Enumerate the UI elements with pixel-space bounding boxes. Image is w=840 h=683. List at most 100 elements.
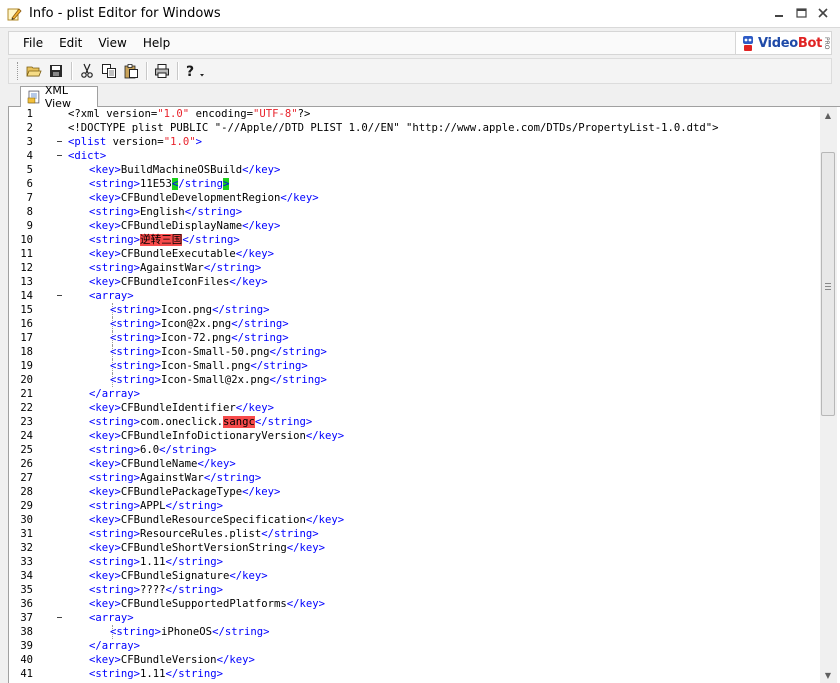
code-text: <string>Icon.png</string> bbox=[110, 303, 269, 317]
videobot-logo[interactable]: VideoBot PRO bbox=[735, 32, 831, 54]
code-line[interactable]: 3 <plist version="1.0"> bbox=[9, 135, 817, 149]
scroll-up-arrow[interactable]: ▲ bbox=[816, 107, 840, 124]
code-line[interactable]: 29 <string>APPL</string> bbox=[9, 499, 817, 513]
code-token: </key> bbox=[242, 220, 281, 232]
code-text: <string>ResourceRules.plist</string> bbox=[89, 527, 319, 541]
code-line[interactable]: 33 <string>1.11</string> bbox=[9, 555, 817, 569]
tab-xml-view[interactable]: XML View bbox=[20, 84, 98, 110]
copy-button[interactable] bbox=[98, 60, 120, 82]
code-token: Icon-Small-50.png bbox=[161, 346, 270, 358]
code-line[interactable]: 40 <key>CFBundleVersion</key> bbox=[9, 653, 817, 667]
code-line[interactable]: 9 <key>CFBundleDisplayName</key> bbox=[9, 219, 817, 233]
fold-toggle-icon[interactable] bbox=[56, 152, 63, 159]
code-line[interactable]: 21 </array> bbox=[9, 387, 817, 401]
print-button[interactable] bbox=[151, 60, 173, 82]
line-number: 7 bbox=[26, 192, 33, 204]
save-icon bbox=[50, 65, 62, 77]
line-number: 27 bbox=[20, 472, 33, 484]
menu-edit[interactable]: Edit bbox=[51, 36, 90, 50]
code-line[interactable]: 34 <key>CFBundleSignature</key> bbox=[9, 569, 817, 583]
line-number: 40 bbox=[20, 654, 33, 666]
close-button[interactable] bbox=[812, 4, 834, 22]
code-line[interactable]: 19 <string>Icon-Small.png</string> bbox=[9, 359, 817, 373]
code-text: <string>Icon-Small@2x.png</string> bbox=[110, 373, 327, 387]
code-token: <key> bbox=[89, 654, 121, 666]
fold-toggle-icon[interactable] bbox=[56, 614, 63, 621]
code-token: version= bbox=[106, 136, 164, 148]
code-line[interactable]: 11 <key>CFBundleExecutable</key> bbox=[9, 247, 817, 261]
code-lines[interactable]: 1 <?xml version="1.0" encoding="UTF-8"?> 2… bbox=[9, 107, 817, 681]
code-line[interactable]: 38 <string>iPhoneOS</string> bbox=[9, 625, 817, 639]
code-line[interactable]: 8 <string>English</string> bbox=[9, 205, 817, 219]
code-text: </array> bbox=[89, 387, 140, 401]
code-line[interactable]: 16 <string>Icon@2x.png</string> bbox=[9, 317, 817, 331]
code-line[interactable]: 14 <array> bbox=[9, 289, 817, 303]
code-line[interactable]: 27 <string>AgainstWar</string> bbox=[9, 471, 817, 485]
code-line[interactable]: 31 <string>ResourceRules.plist</string> bbox=[9, 527, 817, 541]
code-token: ResourceRules.plist bbox=[140, 528, 262, 540]
code-line[interactable]: 18 <string>Icon-Small-50.png</string> bbox=[9, 345, 817, 359]
fold-toggle-icon[interactable] bbox=[56, 292, 63, 299]
code-line[interactable]: 5 <key>BuildMachineOSBuild</key> bbox=[9, 163, 817, 177]
code-line[interactable]: 22 <key>CFBundleIdentifier</key> bbox=[9, 401, 817, 415]
code-line[interactable]: 35 <string>????</string> bbox=[9, 583, 817, 597]
vertical-scrollbar[interactable]: ▲ ▼ bbox=[816, 107, 840, 683]
window-controls bbox=[768, 4, 834, 22]
toolbar-grip[interactable] bbox=[17, 62, 20, 80]
scroll-down-arrow[interactable]: ▼ bbox=[816, 667, 840, 683]
code-line[interactable]: 2 <!DOCTYPE plist PUBLIC "-//Apple//DTD P… bbox=[9, 121, 817, 135]
cut-button[interactable] bbox=[76, 60, 98, 82]
code-line[interactable]: 32 <key>CFBundleShortVersionString</key> bbox=[9, 541, 817, 555]
code-line[interactable]: 26 <key>CFBundleName</key> bbox=[9, 457, 817, 471]
code-line[interactable]: 39 </array> bbox=[9, 639, 817, 653]
save-button[interactable] bbox=[45, 60, 67, 82]
xml-editor[interactable]: 1 <?xml version="1.0" encoding="UTF-8"?> 2… bbox=[8, 107, 840, 683]
code-token: <plist bbox=[68, 136, 107, 148]
line-number: 39 bbox=[20, 640, 33, 652]
code-line[interactable]: 12 <string>AgainstWar</string> bbox=[9, 261, 817, 275]
code-line[interactable]: 1 <?xml version="1.0" encoding="UTF-8"?> bbox=[9, 107, 817, 121]
code-token: </string> bbox=[203, 472, 262, 484]
code-text: <key>CFBundleInfoDictionaryVersion</key> bbox=[89, 429, 344, 443]
code-line[interactable]: 37 <array> bbox=[9, 611, 817, 625]
code-line[interactable]: 25 <string>6.0</string> bbox=[9, 443, 817, 457]
menu-file[interactable]: File bbox=[9, 36, 51, 50]
code-text: <!DOCTYPE plist PUBLIC "-//Apple//DTD PL… bbox=[68, 121, 719, 135]
code-line[interactable]: 13 <key>CFBundleIconFiles</key> bbox=[9, 275, 817, 289]
fold-toggle-icon[interactable] bbox=[56, 138, 63, 145]
code-line[interactable]: 41 <string>1.11</string> bbox=[9, 667, 817, 681]
code-line[interactable]: 30 <key>CFBundleResourceSpecification</ke… bbox=[9, 513, 817, 527]
code-token: </key> bbox=[197, 458, 236, 470]
code-token: AgainstWar bbox=[140, 472, 204, 484]
paste-button[interactable] bbox=[120, 60, 142, 82]
code-line[interactable]: 17 <string>Icon-72.png</string> bbox=[9, 331, 817, 345]
scrollbar-thumb[interactable] bbox=[821, 152, 835, 416]
help-button[interactable]: ? bbox=[182, 60, 212, 82]
code-line[interactable]: 4 <dict> bbox=[9, 149, 817, 163]
code-line[interactable]: 7 <key>CFBundleDevelopmentRegion</key> bbox=[9, 191, 817, 205]
minimize-button[interactable] bbox=[768, 4, 790, 22]
menu-help[interactable]: Help bbox=[135, 36, 178, 50]
line-number: 3 bbox=[26, 136, 33, 148]
code-token: </key> bbox=[229, 570, 268, 582]
code-token: CFBundleIdentifier bbox=[120, 402, 236, 414]
code-line[interactable]: 36 <key>CFBundleSupportedPlatforms</key> bbox=[9, 597, 817, 611]
line-number: 23 bbox=[20, 416, 33, 428]
code-line[interactable]: 24 <key>CFBundleInfoDictionaryVersion</ke… bbox=[9, 429, 817, 443]
toolbar-separator bbox=[71, 62, 72, 80]
code-token: 逆转三国 bbox=[140, 234, 183, 246]
code-line[interactable]: 23 <string>com.oneclick.sangc</string> bbox=[9, 415, 817, 429]
line-number: 33 bbox=[20, 556, 33, 568]
maximize-button[interactable] bbox=[790, 4, 812, 22]
code-line[interactable]: 10 <string>逆转三国</string> bbox=[9, 233, 817, 247]
code-line[interactable]: 28 <key>CFBundlePackageType</key> bbox=[9, 485, 817, 499]
open-button[interactable] bbox=[23, 60, 45, 82]
code-token: <string> bbox=[89, 234, 141, 246]
toolbar: ? bbox=[8, 58, 832, 84]
code-line[interactable]: 15 <string>Icon.png</string> bbox=[9, 303, 817, 317]
code-line[interactable]: 6 <string>11E53</string> bbox=[9, 177, 817, 191]
code-line[interactable]: 20 <string>Icon-Small@2x.png</string> bbox=[9, 373, 817, 387]
code-token: </key> bbox=[242, 164, 281, 176]
code-token: <string> bbox=[110, 626, 162, 638]
menu-view[interactable]: View bbox=[90, 36, 134, 50]
